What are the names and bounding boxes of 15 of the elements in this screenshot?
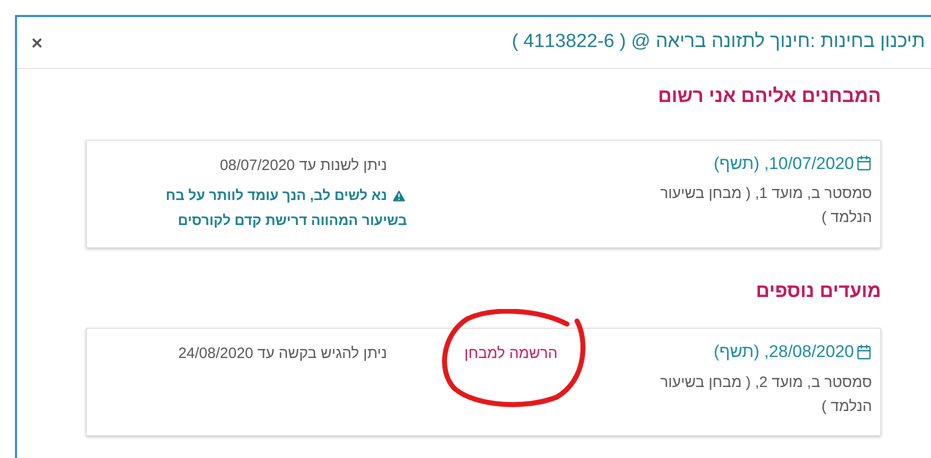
exam-date: 10/07/2020, (תשף)	[714, 152, 854, 174]
exam-description: סמסטר ב, מועד 2, ( מבחן בשיעור הנלמד )	[659, 372, 872, 416]
deadline-note: ניתן לשנות עד 08/07/2020	[218, 156, 387, 176]
warning-icon	[391, 188, 407, 204]
deadline-note: ניתן להגיש בקשה עד 24/08/2020	[177, 344, 387, 364]
calendar-icon	[856, 344, 872, 360]
exam-date: 28/08/2020, (תשף)	[714, 341, 854, 363]
warning-text: בשיעור המהווה דרישת קדם לקורסים	[176, 211, 407, 230]
window-title: תיכנון בחינות :חינוך לתזונה בריאה @ ( 4113822-6 )	[512, 30, 925, 54]
section-heading: מועדים נוספים	[754, 280, 881, 304]
section-heading: המבחנים אליהם אני רשום	[656, 85, 881, 109]
register-link[interactable]: הרשמה למבחן	[464, 343, 558, 366]
calendar-icon	[856, 155, 872, 172]
exam-description: סמסטר ב, מועד 1, ( מבחן בשיעור הנלמד )	[659, 184, 872, 228]
warning-text: נא לשים לב, הנך עומד לוותר על בח	[166, 186, 387, 205]
